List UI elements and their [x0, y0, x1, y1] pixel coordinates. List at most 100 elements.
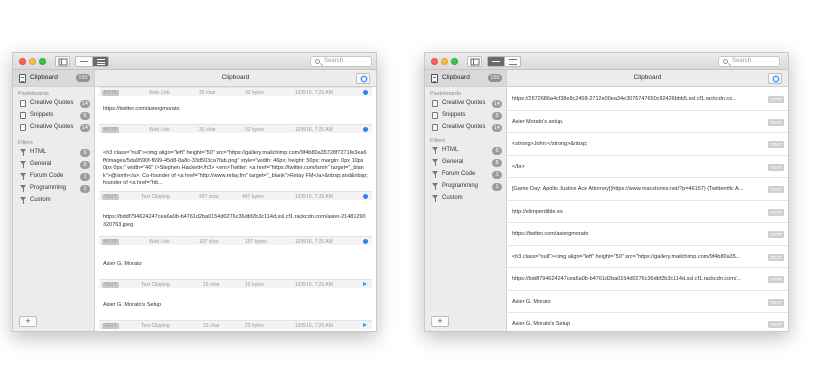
view-mode-toggle[interactable]	[75, 56, 109, 67]
type-tag: TEXT	[768, 141, 784, 148]
twitterrific-icon	[363, 323, 368, 328]
add-pasteboard-button[interactable]: +	[431, 316, 449, 327]
list-item[interactable]: https://2672686a4cf38e8c2458-2712e00ea34…	[507, 88, 788, 111]
byte-count: 32 bytes	[245, 126, 264, 133]
list-item[interactable]: [Game Day: Apollo Justice Ace Attorney](…	[507, 178, 788, 201]
view-mode-toggle[interactable]	[487, 56, 521, 67]
clip-date: 12/8/16, 7:25 AM	[295, 238, 333, 245]
sidebar-item-clipboard[interactable]: Clipboard 150	[13, 70, 94, 87]
sidebar-item-filter[interactable]: General 8	[13, 159, 94, 170]
zoom-window-button[interactable]	[39, 58, 46, 65]
clipping-card[interactable]: <h3 class="null"><img align="left" heigh…	[99, 146, 372, 206]
filter-icon	[432, 171, 438, 178]
clip-kind: Web Link	[149, 238, 170, 245]
sidebar-item-pasteboard[interactable]: Creative Quotes 14	[13, 122, 94, 133]
sidebar-item-label: Creative Quotes	[30, 100, 74, 106]
sidebar-item-pasteboard[interactable]: Creative Quotes 14	[13, 98, 94, 109]
search-placeholder: Search	[324, 58, 344, 64]
page-title: Clipboard	[633, 74, 662, 81]
clipping-meta: TEXT Text Clipping 15 char 15 bytes 12/8…	[99, 279, 372, 288]
clipping-meta: TEXT Text Clipping 23 char 23 bytes 12/8…	[99, 320, 372, 329]
sidebar-item-label: Snippets	[30, 112, 54, 118]
clipping-card[interactable]: https://bddf794624247cea6a0b-b4761d2ba01…	[99, 210, 372, 250]
clip-kind: Text Clipping	[141, 281, 170, 288]
clipping-text: Asier G. Morato's Setup	[512, 321, 571, 327]
sidebar-item-filter[interactable]: HTML 6	[13, 147, 94, 158]
page-title: Clipboard	[221, 74, 250, 81]
sidebar-item-filter[interactable]: General 8	[425, 157, 506, 168]
list-view-button[interactable]	[76, 57, 92, 66]
sidebar-item-filter[interactable]: Programming 1	[425, 181, 506, 192]
zoom-window-button[interactable]	[451, 58, 458, 65]
sidebar-item-label: Forum Code	[442, 171, 476, 177]
main-panel: Clipboard HTTP Web Link 32 char 32 bytes…	[95, 70, 376, 331]
search-field[interactable]: Search	[310, 56, 372, 67]
count-badge: 150	[488, 74, 502, 82]
sidebar-item-label: Creative Quotes	[442, 100, 486, 106]
sidebar-item-clipboard[interactable]: Clipboard 150	[425, 70, 506, 87]
clipping-card[interactable]: HTTP Web Link 32 char 32 bytes 12/8/16, …	[99, 87, 372, 96]
char-count: 15 char	[203, 281, 220, 288]
sidebar-item-filter[interactable]: Custom	[425, 193, 506, 204]
card-view-button[interactable]	[504, 57, 520, 66]
count-badge: 5	[492, 111, 502, 120]
clip-date: 12/8/16, 7:25 AM	[295, 89, 333, 96]
close-window-button[interactable]	[431, 58, 438, 65]
list-icon	[492, 61, 500, 62]
list-item[interactable]: </br> TEXT	[507, 156, 788, 178]
list-view-button[interactable]	[488, 57, 504, 66]
minimize-window-button[interactable]	[441, 58, 448, 65]
sidebar-item-pasteboard[interactable]: Creative Quotes 14	[425, 98, 506, 109]
toggle-sidebar-button[interactable]	[55, 56, 70, 67]
clip-kind: Text Clipping	[141, 193, 170, 200]
main-header: Clipboard	[95, 70, 376, 87]
list-item[interactable]: http://elimperdible.es HTTP	[507, 201, 788, 223]
sidebar-item-pasteboard[interactable]: Snippets 5	[13, 110, 94, 121]
clipping-card[interactable]: Asier G. Morato's Setup TEXT Text Clippi…	[99, 296, 372, 331]
add-pasteboard-button[interactable]: +	[19, 316, 37, 327]
sidebar-item-filter[interactable]: Programming 1	[13, 183, 94, 194]
toggle-sidebar-button[interactable]	[467, 56, 482, 67]
count-badge: 14	[491, 99, 502, 108]
list-item[interactable]: https://twitter.com/asiergmorato HTTP	[507, 223, 788, 246]
filter-icon	[20, 197, 26, 204]
type-tag: TEXT	[102, 281, 119, 288]
count-badge: 14	[79, 123, 90, 132]
list-item[interactable]: <h3 class="null"><img align="left" heigh…	[507, 246, 788, 268]
sidebar-item-filter[interactable]: HTML 6	[425, 145, 506, 156]
list-item[interactable]: Asier Morato's setup, TEXT	[507, 111, 788, 133]
list-item[interactable]: <strong>John:</strong>&nbsp; TEXT	[507, 133, 788, 156]
sidebar-item-pasteboard[interactable]: Snippets 5	[425, 110, 506, 121]
minimize-window-button[interactable]	[29, 58, 36, 65]
clip-date: 12/8/16, 7:25 AM	[295, 322, 333, 329]
sidebar-item-pasteboard[interactable]: Creative Quotes 14	[425, 122, 506, 133]
list-item[interactable]: Asier G. Morato TEXT	[507, 291, 788, 313]
filter-icon	[20, 185, 26, 192]
search-field[interactable]: Search	[718, 56, 780, 67]
close-window-button[interactable]	[19, 58, 26, 65]
clipping-card[interactable]: Asier G. Morato TEXT Text Clipping 15 ch…	[99, 255, 372, 291]
card-view-button[interactable]	[92, 57, 108, 66]
settings-button[interactable]	[768, 73, 782, 84]
list-item[interactable]: https://bddf794624247cea6a0b-b4761d2ba01…	[507, 268, 788, 291]
sidebar-item-filter[interactable]: Custom	[13, 195, 94, 206]
settings-button[interactable]	[356, 73, 370, 84]
clip-date: 12/8/16, 7:25 AM	[295, 126, 333, 133]
sidebar-item-label: HTML	[442, 147, 459, 153]
sidebar-item-label: Custom	[30, 197, 51, 203]
clipping-text: https://bddf794624247cea6a0b-b4761d2ba01…	[512, 276, 741, 282]
sidebar-item-filter[interactable]: Forum Code 1	[425, 169, 506, 180]
char-count: 32 char	[199, 89, 216, 96]
clip-kind: Web Link	[149, 126, 170, 133]
sidebar: Clipboard 150 Pasteboards Creative Quote…	[425, 70, 507, 331]
pasteboards-heading: Pasteboards	[18, 91, 49, 97]
filter-icon	[20, 149, 26, 156]
clipping-text: </br>	[512, 163, 525, 170]
list-item[interactable]: Asier G. Morato's Setup TEXT	[507, 313, 788, 331]
clip-date: 12/8/16, 7:25 AM	[295, 281, 333, 288]
search-icon	[723, 59, 728, 64]
clipping-card[interactable]: https://twitter.com/asiergmorato HTTP We…	[99, 102, 372, 146]
count-badge: 6	[80, 148, 90, 157]
sidebar-item-filter[interactable]: Forum Code 1	[13, 171, 94, 182]
byte-count: 15 bytes	[245, 281, 264, 288]
